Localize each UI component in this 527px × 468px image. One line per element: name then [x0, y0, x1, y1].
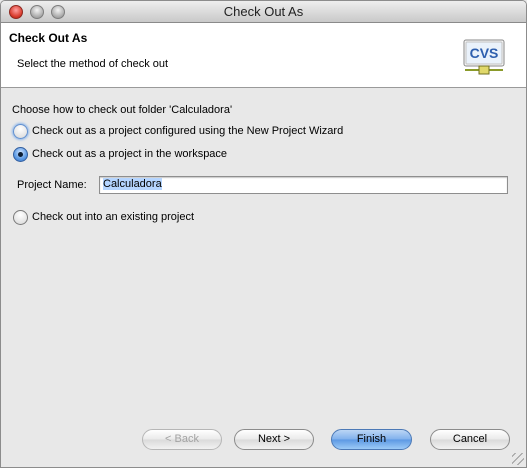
- check-out-as-dialog: Check Out As Check Out As Select the met…: [0, 0, 527, 468]
- project-name-value: Calculadora: [103, 178, 162, 190]
- radio-project-in-workspace[interactable]: [13, 146, 28, 162]
- option-label: Check out as a project configured using …: [32, 125, 344, 137]
- option-new-project-wizard[interactable]: Check out as a project configured using …: [13, 123, 343, 139]
- cancel-button[interactable]: Cancel: [430, 429, 510, 450]
- resize-grip[interactable]: [512, 453, 524, 465]
- finish-button[interactable]: Finish: [331, 429, 412, 450]
- checkout-prompt: Choose how to check out folder 'Calculad…: [12, 104, 233, 116]
- back-button[interactable]: < Back: [142, 429, 222, 450]
- window-title: Check Out As: [223, 4, 304, 19]
- project-name-input[interactable]: Calculadora: [99, 176, 508, 194]
- radio-existing-project[interactable]: [13, 209, 28, 225]
- title-bar[interactable]: Check Out As: [1, 1, 526, 23]
- wizard-banner: Check Out As Select the method of check …: [1, 23, 526, 88]
- project-name-label: Project Name:: [17, 179, 87, 191]
- next-button[interactable]: Next >: [234, 429, 314, 450]
- option-label: Check out as a project in the workspace: [32, 148, 228, 160]
- cvs-logo-icon: CVS: [463, 39, 505, 75]
- option-existing-project[interactable]: Check out into an existing project: [13, 209, 194, 225]
- cvs-logo-text: CVS: [470, 45, 499, 61]
- banner-description: Select the method of check out: [17, 58, 169, 70]
- radio-new-project-wizard[interactable]: [13, 123, 28, 139]
- banner-title: Check Out As: [9, 31, 88, 45]
- option-project-in-workspace[interactable]: Check out as a project in the workspace: [13, 146, 227, 162]
- option-label: Check out into an existing project: [32, 211, 195, 223]
